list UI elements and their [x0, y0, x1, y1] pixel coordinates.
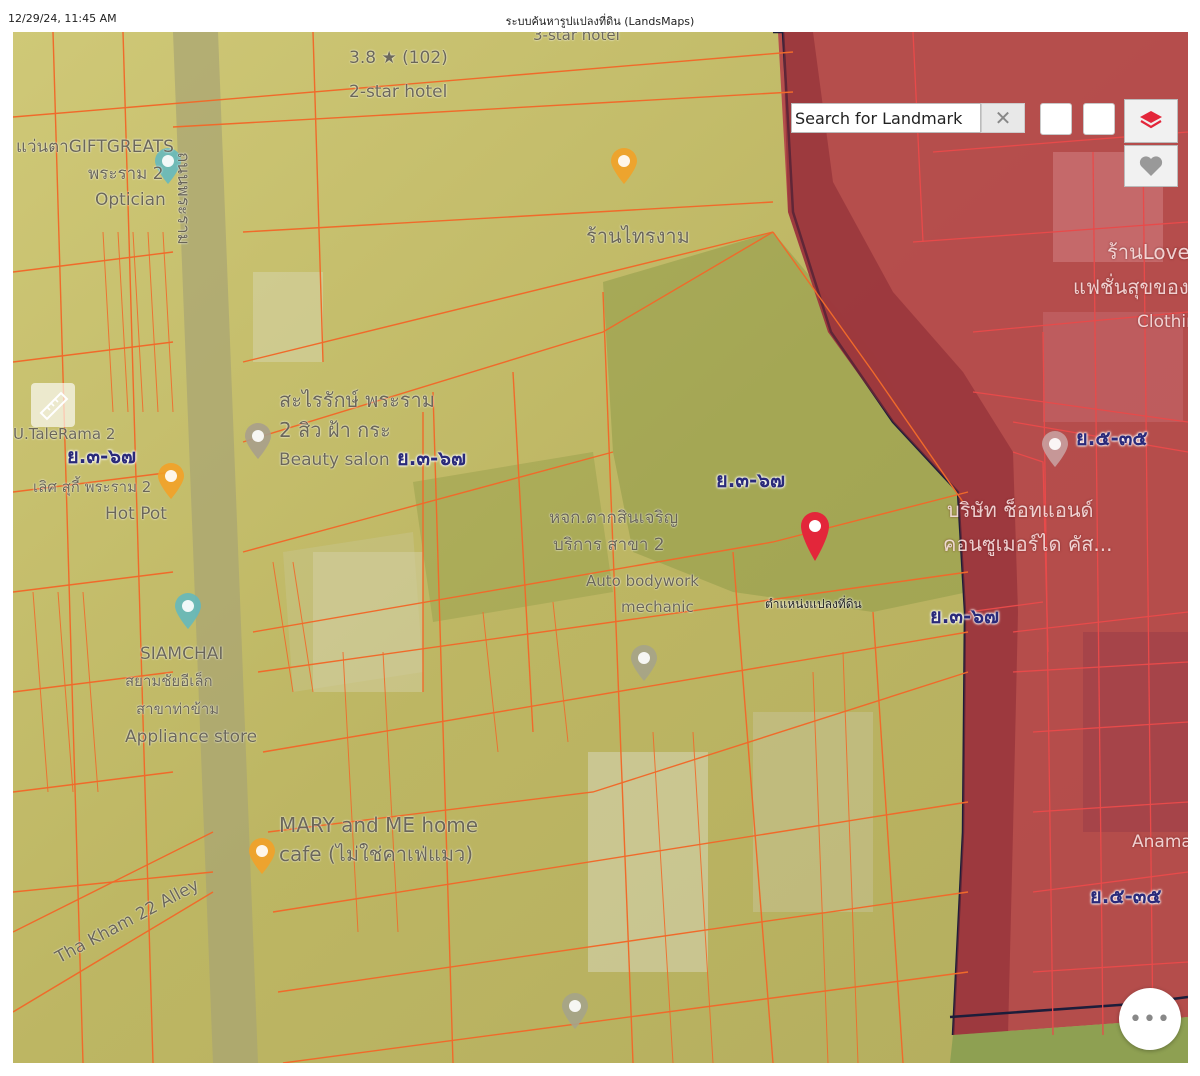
place-label: SIAMCHAI: [140, 644, 224, 664]
layers-button[interactable]: [1124, 99, 1178, 143]
place-label: พระราม 2: [88, 164, 164, 184]
restaurant-poi-icon[interactable]: [609, 147, 639, 185]
hotel-type: 2-star hotel: [349, 82, 448, 102]
place-label: cafe (ไม่ใช่คาเฟ่แมว): [279, 842, 474, 866]
place-label: แฟชั่นสุขของดี: [1073, 275, 1188, 299]
landmark-search[interactable]: [791, 103, 981, 133]
place-label: Appliance store: [125, 727, 258, 747]
place-label: สะไรรักษ์ พระราม: [279, 388, 435, 412]
search-input[interactable]: [795, 105, 975, 131]
print-header: 12/29/24, 11:45 AM ระบบค้นหารูปแปลงที่ดิ…: [0, 0, 1200, 30]
place-label: Auto bodywork: [586, 572, 699, 590]
place-label: 2 สิว ฝ้า กระ: [279, 418, 391, 442]
place-label: ร้านLove S: [1107, 240, 1188, 264]
favorite-button[interactable]: [1124, 145, 1178, 187]
zone-label: ย.๕-๓๕: [1076, 426, 1148, 450]
place-label: Hot Pot: [105, 504, 167, 524]
place-poi-icon[interactable]: [560, 992, 590, 1030]
search-clear-button[interactable]: ✕: [981, 103, 1025, 133]
ruler-icon: [39, 391, 69, 421]
hotel-type-top: 3-star hotel: [533, 32, 620, 44]
mechanic-poi-icon[interactable]: [629, 644, 659, 682]
place-label: บริการ สาขา 2: [553, 535, 665, 555]
place-label: บริษัท ช็อทแอนด์: [947, 498, 1094, 522]
place-label: เลิศ สุกี้ พระราม 2: [33, 478, 152, 496]
map-tool-button-1[interactable]: [1040, 103, 1072, 135]
place-label: Clothing: [1137, 312, 1188, 332]
land-plot-pin-icon[interactable]: [799, 510, 831, 562]
cafe-poi-icon[interactable]: [247, 837, 277, 875]
place-label: ร้านไทรงาม: [586, 224, 690, 248]
place-label: แว่นตาGIFTGREATS: [16, 137, 174, 157]
place-label: mechanic: [621, 598, 694, 616]
zone-label: ย.๓-๖๗: [930, 604, 1000, 628]
zone-label: ย.๓-๖๗: [67, 444, 137, 468]
hotel-rating: 3.8 ★ (102): [349, 48, 448, 68]
more-options-button[interactable]: •••: [1119, 988, 1181, 1050]
company-poi-icon[interactable]: [1040, 430, 1070, 468]
place-label: Optician: [95, 190, 166, 210]
zone-label: ย.๓-๖๗: [397, 446, 467, 470]
place-label: หจก.ตากสินเจริญ: [549, 508, 679, 528]
map-tool-button-2[interactable]: [1083, 103, 1115, 135]
measure-tool-button[interactable]: [31, 383, 75, 427]
layers-icon: [1140, 111, 1162, 129]
place-label: สยามชัยอีเล็ก: [125, 672, 213, 690]
place-label: คอนซูเมอร์ได คัส...: [943, 532, 1113, 556]
map-viewport[interactable]: ตำแหน่งแปลงที่ดิน ย.๓-๖๗ ย.๓-๖๗ ย.๓-๖๗ ย…: [13, 32, 1188, 1063]
heart-icon: [1139, 156, 1163, 176]
place-label: MARY and ME home: [279, 813, 479, 837]
salon-poi-icon[interactable]: [243, 422, 273, 460]
place-label: Beauty salon: [279, 450, 390, 470]
store-poi-icon[interactable]: [173, 592, 203, 630]
print-title: ระบบค้นหารูปแปลงที่ดิน (LandsMaps): [505, 15, 695, 28]
place-label: U.TaleRama 2: [13, 425, 116, 443]
zone-label: ย.๕-๓๕: [1090, 884, 1162, 908]
pin-label: ตำแหน่งแปลงที่ดิน: [765, 597, 862, 611]
place-label: สาขาท่าข้าม: [136, 700, 220, 718]
road-label: ถนนพระราม: [173, 152, 193, 245]
food-poi-icon[interactable]: [156, 462, 186, 500]
zone-label: ย.๓-๖๗: [716, 468, 786, 492]
place-label: Anama: [1132, 832, 1188, 852]
